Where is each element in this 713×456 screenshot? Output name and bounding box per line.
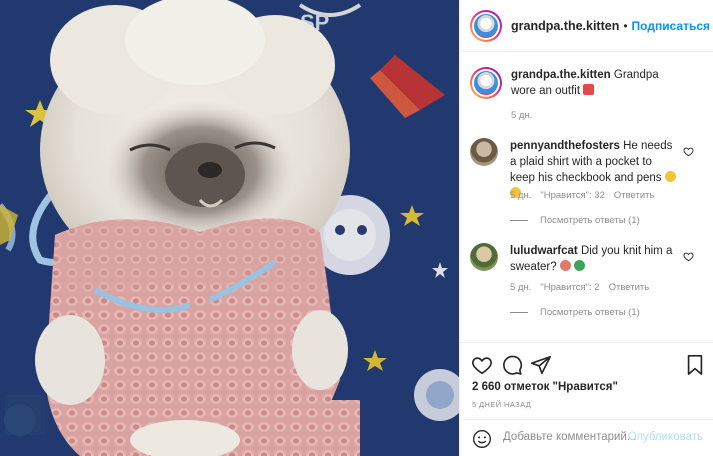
post-header: grandpa.the.kitten • Подписаться [460,0,713,52]
publish-comment-button[interactable]: Опубликовать [628,431,703,443]
comment-text: luludwarfcat Did you knit him a sweater? [510,243,680,275]
add-comment-input[interactable]: Добавьте комментарий... [503,431,636,443]
post-actions: 2 660 отметок "Нравится" 5 ДНЕЙ НАЗАД До… [460,342,713,454]
laughing-emoji-icon [664,171,676,182]
caption-row: grandpa.the.kitten Grandpa wore an outfi… [470,67,710,99]
post-photo[interactable]: SP [0,0,459,456]
caption-username[interactable]: grandpa.the.kitten [511,69,611,81]
post-side-panel: grandpa.the.kitten • Подписаться grandpa… [459,0,713,456]
reply-button[interactable]: Ответить [609,282,650,293]
kitten-in-sweater-image: SP [0,0,459,456]
posted-time[interactable]: 5 ДНЕЙ НАЗАД [472,400,531,409]
commenter-avatar[interactable] [470,243,498,271]
author-avatar[interactable] [470,9,502,42]
comment-bubble-icon[interactable] [501,354,523,376]
comment-likes[interactable]: "Нравится": 2 [540,282,599,293]
share-plane-icon[interactable] [530,354,552,376]
like-comment-heart-icon[interactable] [683,251,694,262]
like-comment-heart-icon[interactable] [683,146,694,157]
view-replies-label: Посмотреть ответы (1) [540,307,640,318]
comment-time[interactable]: 5 дн. [510,190,531,201]
replies-line [510,312,528,313]
author-username[interactable]: grandpa.the.kitten [511,19,619,33]
tshirt-emoji-icon [583,84,595,95]
reply-button[interactable]: Ответить [614,190,655,201]
view-replies-button[interactable]: Посмотреть ответы (1) [510,307,640,318]
separator-dot: • [623,18,628,33]
like-heart-icon[interactable] [471,354,493,376]
view-replies-button[interactable]: Посмотреть ответы (1) [510,215,640,226]
caption-avatar[interactable] [470,67,502,99]
likes-count[interactable]: 2 660 отметок "Нравится" [472,381,618,393]
comment-row: luludwarfcat Did you knit him a sweater? [470,243,710,275]
comment-likes[interactable]: "Нравится": 32 [540,190,605,201]
commenter-avatar[interactable] [470,138,498,166]
caption-text: grandpa.the.kitten Grandpa wore an outfi… [511,67,681,99]
save-bookmark-icon[interactable] [684,354,706,376]
follow-button[interactable]: Подписаться [632,19,710,33]
comment-time[interactable]: 5 дн. [510,282,531,293]
instagram-post-modal: SP grandpa.the.kitten • Подписаться gran… [0,0,713,456]
caption-time[interactable]: 5 дн. [511,110,532,121]
comment-username[interactable]: luludwarfcat [510,245,578,257]
yarn-emoji-icon [559,260,571,271]
add-comment-bar: Добавьте комментарий... Опубликовать [460,419,713,455]
emoji-smile-icon[interactable] [472,429,492,449]
comment-username[interactable]: pennyandthefosters [510,140,620,152]
comments-list[interactable]: grandpa.the.kitten Grandpa wore an outfi… [460,53,713,341]
green-yarn-emoji-icon [574,260,586,271]
comment-meta: 5 дн. "Нравится": 32 Ответить [510,190,654,201]
comment-meta: 5 дн. "Нравится": 2 Ответить [510,282,649,293]
caption-meta: 5 дн. [511,110,532,121]
replies-line [510,220,528,221]
view-replies-label: Посмотреть ответы (1) [540,215,640,226]
